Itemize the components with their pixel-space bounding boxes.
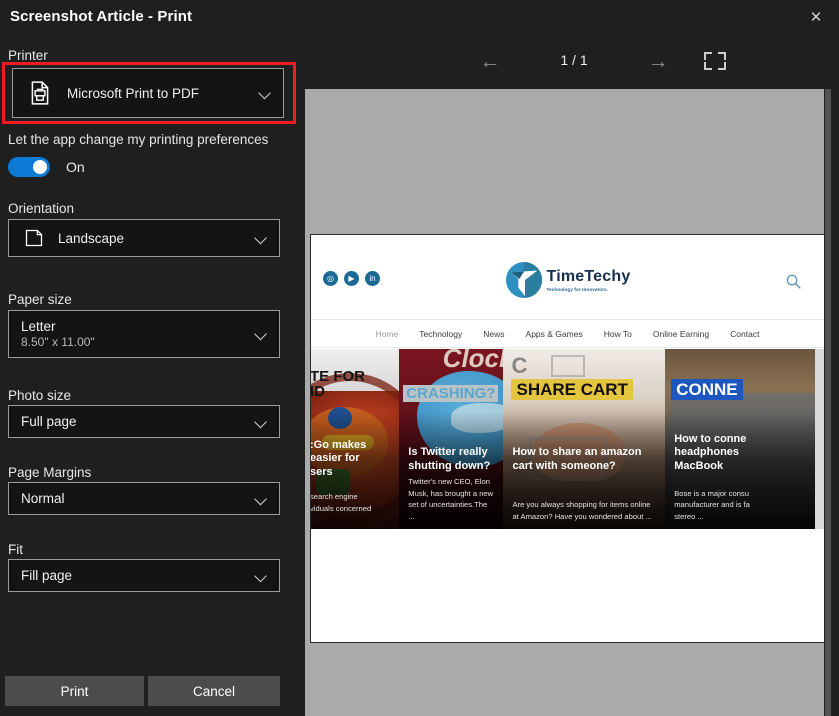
nav-item-technology[interactable]: Technology — [419, 329, 462, 339]
orientation-label: Orientation — [8, 201, 75, 216]
page-margins-select[interactable]: Normal — [8, 482, 280, 515]
paper-size-value: Letter — [21, 319, 56, 334]
chevron-down-icon — [255, 569, 268, 582]
card-banner: TE FOR ID — [310, 368, 365, 401]
youtube-icon[interactable]: ▶ — [344, 271, 359, 286]
timetechy-logo-icon — [505, 261, 542, 299]
card-description: search engine viduals concerned — [310, 492, 372, 514]
social-links: ◎ ▶ in — [323, 271, 380, 286]
article-card[interactable]: TE FOR ID :Go makes easier for sers sear… — [310, 349, 400, 529]
card-title: How to conne headphones MacBook — [674, 432, 747, 472]
linkedin-icon[interactable]: in — [365, 271, 380, 286]
preferences-toggle-row: On — [8, 157, 85, 177]
nav-item-news[interactable]: News — [483, 329, 504, 339]
page-margins-label: Page Margins — [8, 465, 92, 480]
card-background-text: C — [511, 353, 528, 378]
toggle-state-label: On — [66, 159, 85, 175]
chevron-down-icon — [255, 415, 268, 428]
page-title: Screenshot Article - Print — [10, 8, 193, 25]
chevron-down-icon — [255, 232, 268, 245]
fit-select[interactable]: Fill page — [8, 559, 280, 592]
title-bar: Screenshot Article - Print ✕ — [0, 0, 839, 34]
fullscreen-icon[interactable] — [703, 49, 727, 73]
instagram-icon[interactable]: ◎ — [323, 271, 338, 286]
chevron-down-icon — [255, 328, 268, 341]
printed-page: ◎ ▶ in TimeTechy Technology for Innovato… — [310, 234, 825, 643]
paper-size-select[interactable]: Letter 8.50" x 11.00" — [8, 310, 280, 358]
preferences-toggle[interactable] — [8, 157, 50, 177]
paper-size-dimensions: 8.50" x 11.00" — [21, 335, 95, 349]
orientation-value: Landscape — [58, 230, 125, 246]
nav-item-online-earning[interactable]: Online Earning — [653, 329, 709, 339]
print-dialog: Screenshot Article - Print ✕ Printer Mic… — [0, 0, 839, 716]
card-description: Twitter's new CEO, Elon Musk, has brough… — [408, 476, 494, 522]
printer-label: Printer — [8, 48, 48, 63]
printer-select[interactable]: Microsoft Print to PDF — [12, 68, 284, 118]
printer-value: Microsoft Print to PDF — [67, 85, 200, 101]
page-landscape-icon — [25, 229, 43, 247]
article-card[interactable]: CONNE How to conne headphones MacBook Bo… — [665, 349, 824, 529]
toggle-knob — [33, 160, 47, 174]
next-page-button[interactable]: → — [643, 47, 673, 75]
card-banner: SHARE CART — [511, 379, 633, 400]
logo-tagline: Technology for Innovators. — [546, 286, 609, 292]
card-title: :Go makes easier for sers — [310, 438, 367, 478]
fit-label: Fit — [8, 542, 23, 557]
close-icon[interactable]: ✕ — [799, 2, 833, 32]
photo-size-value: Full page — [21, 414, 77, 429]
card-description: Bose is a major consu manufacturer and i… — [674, 488, 750, 522]
card-banner: CRASHING? — [403, 385, 499, 402]
article-card-list: TE FOR ID :Go makes easier for sers sear… — [311, 349, 824, 529]
page-indicator: 1 / 1 — [560, 52, 588, 68]
nav-item-how-to[interactable]: How To — [604, 329, 632, 339]
printer-icon — [31, 81, 49, 105]
preview-toolbar: ← 1 / 1 → — [300, 34, 839, 88]
card-description: Are you always shopping for items online… — [512, 500, 652, 522]
preview-pane: ← 1 / 1 → ◎ ▶ in TimeTechy Technology fo… — [300, 34, 839, 716]
photo-size-label: Photo size — [8, 388, 72, 403]
preview-scrollbar-thumb[interactable] — [825, 89, 831, 716]
card-title: How to share an amazon cart with someone… — [512, 446, 642, 472]
photo-size-select[interactable]: Full page — [8, 405, 280, 438]
fit-value: Fill page — [21, 568, 73, 583]
site-header: ◎ ▶ in TimeTechy Technology for Innovato… — [311, 235, 824, 319]
preview-canvas: ◎ ▶ in TimeTechy Technology for Innovato… — [305, 89, 832, 716]
magnifier-icon[interactable] — [785, 273, 802, 290]
site-nav: Home Technology News Apps & Games How To… — [311, 319, 824, 348]
site-logo: TimeTechy Technology for Innovators. — [505, 261, 631, 299]
article-card[interactable]: Clock CRASHING? Is Twitter really shutti… — [399, 349, 504, 529]
logo-name: TimeTechy — [546, 267, 631, 285]
previous-page-button[interactable]: ← — [475, 47, 505, 75]
action-bar: Print Cancel — [0, 676, 300, 706]
preview-scrollbar-track[interactable] — [824, 89, 832, 716]
chevron-down-icon — [259, 87, 272, 100]
card-banner: CONNE — [671, 379, 743, 400]
page-inner-scrollbar[interactable] — [815, 349, 824, 529]
settings-pane: Printer Microsoft Print to PDF Let the a… — [0, 34, 300, 716]
nav-item-apps-games[interactable]: Apps & Games — [526, 329, 583, 339]
card-title: Is Twitter really shutting down? — [408, 446, 491, 472]
preferences-label: Let the app change my printing preferenc… — [8, 132, 269, 147]
article-card[interactable]: C SHARE CART How to share an amazon cart… — [503, 349, 666, 529]
orientation-select[interactable]: Landscape — [8, 219, 280, 257]
paper-size-label: Paper size — [8, 292, 72, 307]
nav-item-home[interactable]: Home — [376, 329, 399, 339]
nav-item-contact[interactable]: Contact — [730, 329, 759, 339]
page-margins-value: Normal — [21, 491, 65, 506]
print-button[interactable]: Print — [5, 676, 144, 706]
chevron-down-icon — [255, 492, 268, 505]
cancel-button[interactable]: Cancel — [148, 676, 280, 706]
